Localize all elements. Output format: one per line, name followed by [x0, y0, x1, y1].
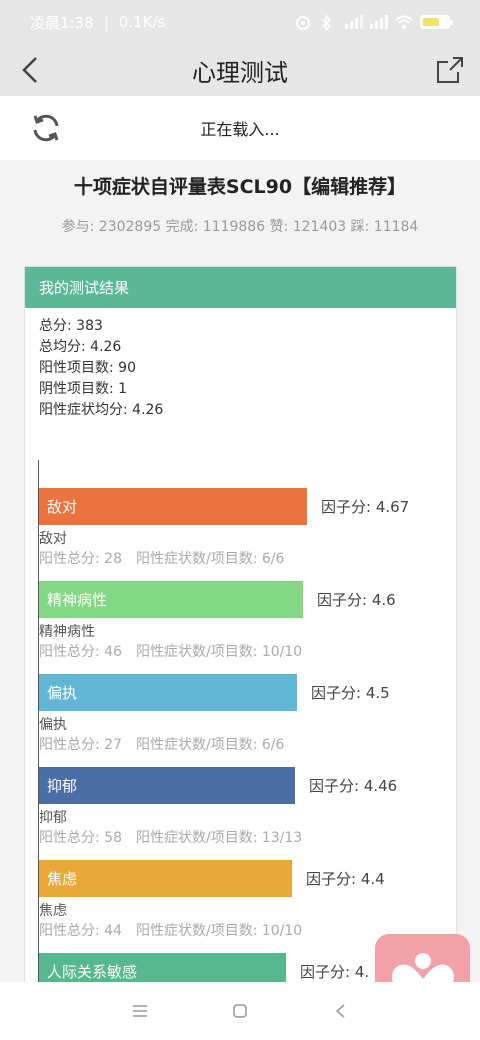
- factor-ratio: 阳性症状数/项目数: 6/6: [135, 737, 285, 753]
- factor-detail: 阳性总分: 46 阳性症状数/项目数: 10/10: [39, 641, 302, 661]
- status-time: 凌晨1:38: [30, 13, 94, 32]
- factor-bar: 敌对: [39, 488, 307, 525]
- page-title: 心理测试: [192, 58, 288, 87]
- battery-icon: [420, 15, 453, 29]
- network-speed: 0.1K/s: [118, 13, 166, 31]
- factor-score: 因子分: 4.5: [311, 684, 390, 702]
- factor-ratio: 阳性症状数/项目数: 13/13: [135, 830, 303, 846]
- factor-name: 敌对: [39, 531, 67, 547]
- back-icon: [335, 1004, 345, 1018]
- back-button[interactable]: [10, 50, 50, 90]
- factor-positive-total: 阳性总分: 58: [39, 830, 122, 846]
- status-separator: |: [103, 13, 109, 31]
- refresh-icon: [33, 114, 59, 142]
- factor-name: 抑郁: [39, 810, 67, 826]
- factor-row: 抑郁 因子分: 4.46 抑郁 阳性总分: 58 阳性症状数/项目数: 13/13: [39, 767, 456, 860]
- factor-name: 偏执: [39, 717, 67, 733]
- factor-ratio: 阳性症状数/项目数: 10/10: [135, 923, 303, 939]
- menu-icon: [133, 1005, 147, 1017]
- wifi-icon: [395, 15, 413, 29]
- factor-name: 精神病性: [39, 624, 95, 640]
- factor-positive-total: 阳性总分: 44: [39, 923, 122, 939]
- back-arrow-icon: [22, 57, 37, 83]
- factor-row: 精神病性 因子分: 4.6 精神病性 阳性总分: 46 阳性症状数/项目数: 10/10: [39, 581, 456, 674]
- factor-ratio: 阳性症状数/项目数: 10/10: [135, 644, 303, 660]
- nav-menu-button[interactable]: [125, 996, 155, 1026]
- result-summary: 总分: 383 总均分: 4.26 阳性项目数: 90 阴性项目数: 1 阳性症…: [25, 308, 456, 429]
- factor-bar: 抑郁: [39, 767, 295, 804]
- share-icon: [437, 57, 463, 83]
- summary-positive-average: 阳性症状均分: 4.26: [39, 402, 164, 418]
- status-bar: 凌晨1:38 | 0.1K/s: [0, 0, 480, 44]
- factor-score: 因子分: 4.: [300, 963, 370, 981]
- factor-detail: 阳性总分: 27 阳性症状数/项目数: 6/6: [39, 734, 284, 754]
- summary-total: 总分: 383: [39, 318, 103, 334]
- navigation-bar: [0, 982, 480, 1040]
- location-icon: [295, 15, 311, 30]
- refresh-button[interactable]: [30, 112, 62, 144]
- factor-detail: 阳性总分: 44 阳性症状数/项目数: 10/10: [39, 920, 302, 940]
- bluetooth-icon: [320, 14, 336, 32]
- factor-row: 偏执 因子分: 4.5 偏执 阳性总分: 27 阳性症状数/项目数: 6/6: [39, 674, 456, 767]
- summary-negative-count: 阴性项目数: 1: [39, 381, 128, 397]
- nav-home-button[interactable]: [225, 996, 255, 1026]
- signal-icon-1: [345, 15, 363, 29]
- factor-positive-total: 阳性总分: 27: [39, 737, 122, 753]
- title-bar: 心理测试: [0, 44, 480, 96]
- share-button[interactable]: [430, 50, 470, 90]
- factor-bar: 精神病性: [39, 581, 303, 618]
- result-card: 我的测试结果 总分: 383 总均分: 4.26 阳性项目数: 90 阴性项目数…: [24, 266, 457, 1006]
- factor-ratio: 阳性症状数/项目数: 6/6: [135, 551, 285, 567]
- factor-detail: 阳性总分: 58 阳性症状数/项目数: 13/13: [39, 827, 302, 847]
- loading-text: 正在载入...: [200, 120, 280, 139]
- signal-icon-2: [370, 15, 388, 29]
- factor-score: 因子分: 4.6: [317, 591, 396, 609]
- factor-positive-total: 阳性总分: 46: [39, 644, 122, 660]
- factor-score: 因子分: 4.46: [309, 777, 398, 795]
- factor-name: 焦虑: [39, 903, 67, 919]
- home-icon: [233, 1004, 247, 1018]
- factor-chart: 敌对 因子分: 4.67 敌对 阳性总分: 28 阳性症状数/项目数: 6/6 精神病性因…: [38, 460, 456, 1005]
- result-header: 我的测试结果: [25, 267, 456, 308]
- factor-positive-total: 阳性总分: 28: [39, 551, 122, 567]
- factor-detail: 阳性总分: 28 阳性症状数/项目数: 6/6: [39, 548, 284, 568]
- factor-score: 因子分: 4.67: [321, 498, 410, 516]
- factor-bar: 偏执: [39, 674, 297, 711]
- test-stats: 参与: 2302895 完成: 1119886 赞: 121403 踩: 111…: [61, 219, 419, 235]
- summary-positive-count: 阳性项目数: 90: [39, 360, 136, 376]
- factor-bar: 焦虑: [39, 860, 292, 897]
- loading-bar: 正在载入...: [0, 96, 480, 160]
- factor-score: 因子分: 4.4: [306, 870, 385, 888]
- test-title: 十项症状自评量表SCL90【编辑推荐】: [73, 176, 407, 198]
- nav-back-button[interactable]: [325, 996, 355, 1026]
- factor-row: 敌对 因子分: 4.67 敌对 阳性总分: 28 阳性症状数/项目数: 6/6: [39, 488, 456, 581]
- summary-average: 总均分: 4.26: [39, 339, 122, 355]
